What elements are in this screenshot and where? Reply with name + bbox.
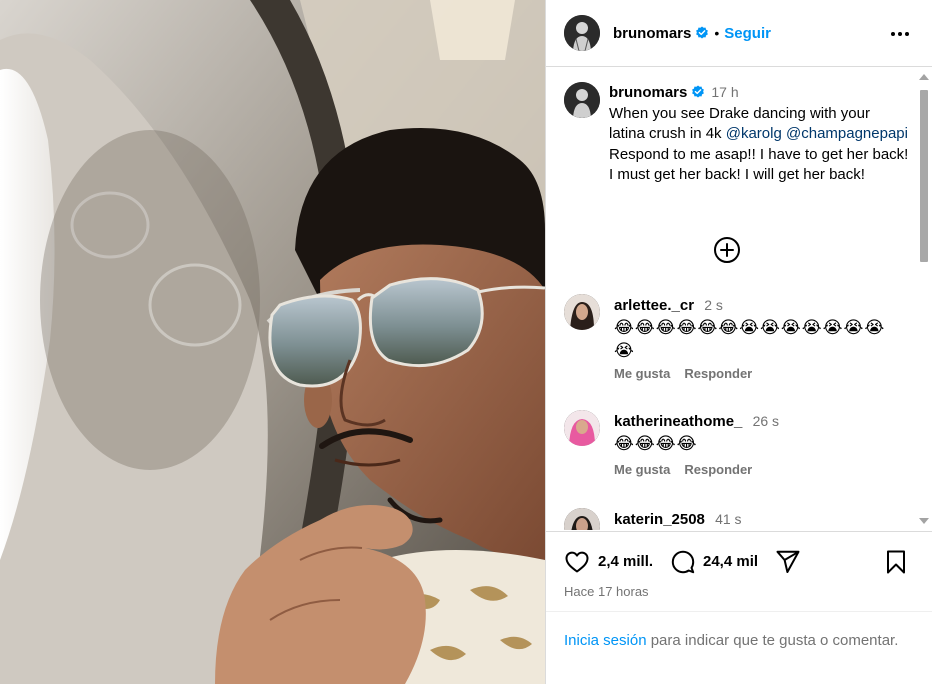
post-viewer: brunomars • Seguir brunomars 17 h When y… (0, 0, 932, 684)
commenter-avatar-image (564, 410, 600, 446)
follow-button[interactable]: Seguir (724, 25, 771, 42)
comment-username[interactable]: arlettee._cr (614, 297, 694, 314)
caption-text-2: Respond to me asap!! I have to get her b… (609, 145, 909, 184)
commenter-avatar-image (564, 508, 600, 530)
comments-scroll-area[interactable]: brunomars 17 h When you see Drake dancin… (546, 68, 916, 530)
comment-text: 😂😂😂😂 (614, 434, 698, 453)
post-action-bar: 2,4 mill. 24,4 mil (546, 531, 932, 591)
commenter-avatar[interactable] (564, 508, 600, 530)
commenter-avatar[interactable] (564, 410, 600, 446)
comment-time[interactable]: 2 s (704, 297, 723, 313)
header-separator: • (714, 25, 720, 41)
comment-actions: Me gusta Responder (614, 366, 766, 381)
comment-like-button[interactable]: Me gusta (614, 366, 670, 381)
heart-icon[interactable] (564, 549, 590, 575)
commenter-avatar[interactable] (564, 294, 600, 330)
likes-count[interactable]: 2,4 mill. (598, 553, 653, 570)
bookmark-icon[interactable] (883, 549, 909, 575)
comment-bubble-icon[interactable] (670, 549, 696, 575)
comment-actions: Me gusta Responder (614, 462, 766, 477)
comment-time[interactable]: 41 s (715, 511, 741, 527)
post-side-panel: brunomars • Seguir brunomars 17 h When y… (545, 0, 932, 684)
more-options-icon[interactable] (888, 22, 912, 46)
comments-scrollbar[interactable] (915, 68, 932, 530)
commenter-avatar-image (564, 294, 600, 330)
comment-time[interactable]: 26 s (753, 413, 779, 429)
author-avatar[interactable] (564, 15, 600, 51)
comment-body: arlettee._cr 2 s 😂😂😂😂😂😂😭😭😭😭😭😭😭😭 (614, 294, 904, 363)
photo-illustration (0, 0, 545, 684)
comment-body: katerin_2508 41 s (614, 508, 904, 530)
author-username-text[interactable]: brunomars (613, 25, 691, 42)
caption-body: brunomars 17 h When you see Drake dancin… (609, 82, 909, 186)
comment-reply-button[interactable]: Responder (684, 366, 752, 381)
verified-badge-icon (696, 25, 709, 39)
comment-body: katherineathome_ 26 s 😂😂😂😂 (614, 410, 904, 456)
share-paper-plane-icon[interactable] (775, 549, 801, 575)
scroll-down-arrow-icon[interactable] (919, 518, 929, 524)
post-header: brunomars • Seguir (546, 0, 932, 67)
login-prompt-text: para indicar que te gusta o comentar. (646, 632, 899, 649)
login-link[interactable]: Inicia sesión (564, 632, 647, 649)
author-username[interactable]: brunomars (613, 25, 709, 42)
caption-username[interactable]: brunomars (609, 84, 687, 101)
scrollbar-thumb[interactable] (920, 90, 928, 262)
avatar-image (564, 15, 600, 51)
post-age[interactable]: Hace 17 horas (564, 584, 649, 599)
login-prompt: Inicia sesión para indicar que te gusta … (546, 611, 932, 684)
comment-like-button[interactable]: Me gusta (614, 462, 670, 477)
verified-badge-icon (692, 85, 705, 98)
post-photo[interactable] (0, 0, 545, 684)
scroll-up-arrow-icon[interactable] (919, 74, 929, 80)
caption-time[interactable]: 17 h (711, 84, 738, 100)
caption-avatar-image (564, 82, 600, 118)
comment-text: 😂😂😂😂😂😂😭😭😭😭😭😭😭😭 (614, 318, 886, 360)
comment-username[interactable]: katerin_2508 (614, 511, 705, 528)
comment-reply-button[interactable]: Responder (684, 462, 752, 477)
comment-username[interactable]: katherineathome_ (614, 413, 742, 430)
mention-karolg[interactable]: @karolg (726, 125, 782, 142)
caption-avatar[interactable] (564, 82, 600, 118)
mention-champagnepapi[interactable]: @champagnepapi (786, 125, 908, 142)
comments-count[interactable]: 24,4 mil (703, 553, 758, 570)
add-circle-icon[interactable] (713, 236, 741, 264)
